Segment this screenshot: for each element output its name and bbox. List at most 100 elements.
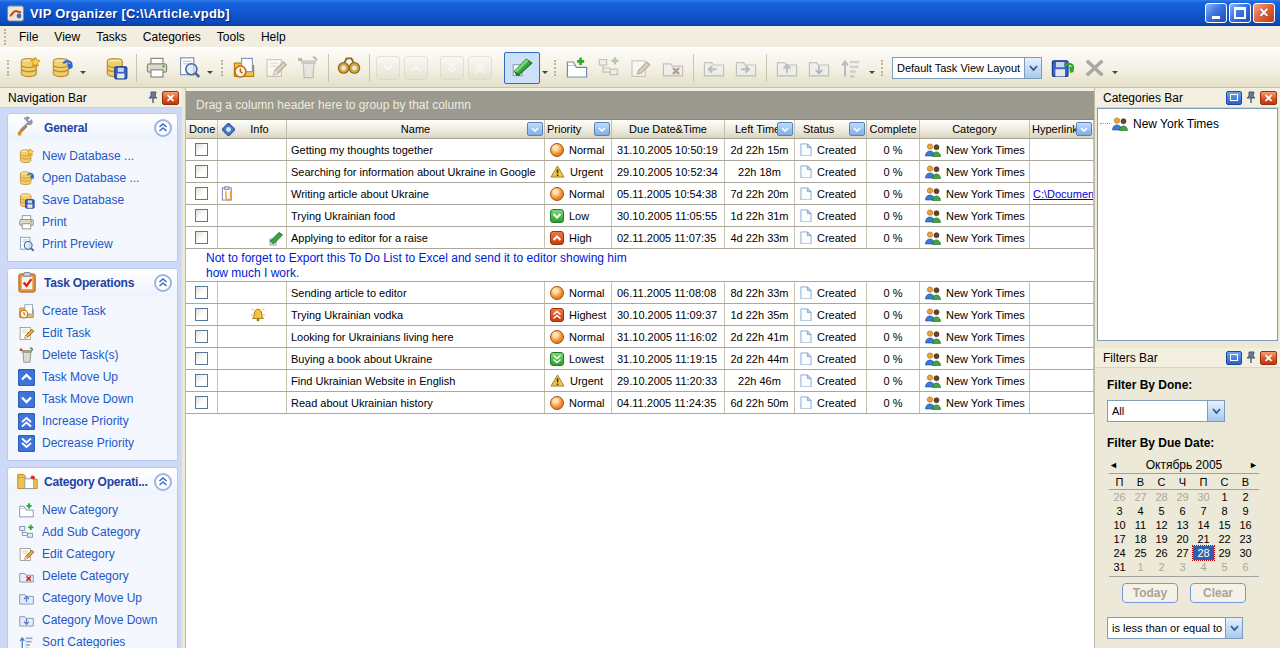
nav-item-print[interactable]: Print — [18, 211, 175, 233]
group-by-bar[interactable]: Drag a column header here to group by th… — [186, 91, 1094, 120]
delete-category-button[interactable] — [657, 52, 689, 84]
task-name[interactable]: Trying Ukrainian vodka — [287, 304, 545, 325]
task-row[interactable]: Applying to editor for a raiseHigh02.11.… — [186, 227, 1094, 249]
task-row[interactable]: Writing article about UkraineNormal05.11… — [186, 183, 1094, 205]
calendar-day[interactable]: 27 — [1130, 490, 1151, 504]
nav-item-delete-category[interactable]: Delete Category — [18, 565, 175, 587]
hyperlink-filter-button[interactable] — [1076, 122, 1092, 136]
status-filter-button[interactable] — [849, 122, 865, 136]
minimize-button[interactable] — [1205, 3, 1227, 23]
nav-item-task-move-up[interactable]: Task Move Up — [18, 366, 175, 388]
filter-done-arrow-icon[interactable] — [1207, 401, 1224, 421]
create-task-button[interactable] — [228, 52, 260, 84]
task-hyperlink[interactable]: C:\Documen — [1030, 183, 1094, 204]
done-checkbox[interactable] — [195, 396, 208, 409]
clear-button[interactable]: Clear — [1190, 583, 1246, 603]
calendar-day[interactable]: 16 — [1235, 518, 1256, 532]
calendar-day[interactable]: 26 — [1151, 546, 1172, 560]
new-category-button[interactable] — [561, 52, 593, 84]
calendar-day[interactable]: 5 — [1214, 560, 1235, 574]
menu-tasks[interactable]: Tasks — [88, 27, 135, 48]
task-view-dropdown[interactable] — [540, 53, 550, 83]
task-row[interactable]: Trying Ukrainian foodLow30.10.2005 11:05… — [186, 205, 1094, 227]
nav-item-new-category[interactable]: New Category — [18, 499, 175, 521]
done-checkbox[interactable] — [195, 231, 208, 244]
calendar-day[interactable]: 27 — [1172, 546, 1193, 560]
calendar-day[interactable]: 21 — [1193, 532, 1214, 546]
task-row[interactable]: Looking for Ukrainians living hereNormal… — [186, 326, 1094, 348]
calendar-day[interactable]: 13 — [1172, 518, 1193, 532]
calendar-day[interactable]: 30 — [1235, 546, 1256, 560]
menu-help[interactable]: Help — [253, 27, 294, 48]
calendar-day[interactable]: 30 — [1193, 490, 1214, 504]
task-move-up-button[interactable] — [404, 56, 428, 80]
calendar-day[interactable]: 4 — [1130, 504, 1151, 518]
task-row[interactable]: Sending article to editorNormal06.11.200… — [186, 282, 1094, 304]
name-filter-button[interactable] — [527, 122, 543, 136]
edit-task-button[interactable] — [260, 52, 292, 84]
calendar-day[interactable]: 15 — [1214, 518, 1235, 532]
category-move-up-button[interactable] — [771, 52, 803, 84]
print-button[interactable] — [141, 52, 173, 84]
calendar-day[interactable]: 11 — [1130, 518, 1151, 532]
calendar-day[interactable]: 28 — [1151, 490, 1172, 504]
categories-close-icon[interactable]: ✕ — [1260, 91, 1277, 105]
calendar-day[interactable]: 9 — [1235, 504, 1256, 518]
column-header-due[interactable]: Due Date&Time — [612, 120, 725, 138]
categories-dock-icon[interactable] — [1226, 91, 1242, 105]
calendar-day[interactable]: 3 — [1109, 504, 1130, 518]
column-header-hyperlink[interactable]: Hyperlink — [1030, 120, 1094, 138]
nav-item-create-task[interactable]: Create Task — [18, 300, 175, 322]
nav-item-decrease-priority[interactable]: Decrease Priority — [18, 432, 175, 454]
nav-item-increase-priority[interactable]: Increase Priority — [18, 410, 175, 432]
print-preview-dropdown[interactable] — [205, 53, 215, 83]
nav-item-add-sub-category[interactable]: Add Sub Category — [18, 521, 175, 543]
pin-icon[interactable] — [147, 91, 159, 104]
nav-item-task-move-down[interactable]: Task Move Down — [18, 388, 175, 410]
column-header-name[interactable]: Name — [287, 120, 545, 138]
calendar-day[interactable]: 14 — [1193, 518, 1214, 532]
calendar-day[interactable]: 22 — [1214, 532, 1235, 546]
calendar-day[interactable]: 23 — [1235, 532, 1256, 546]
nav-item-print-preview[interactable]: Print Preview — [18, 233, 175, 255]
add-sub-category-button[interactable] — [593, 52, 625, 84]
collapse-icon[interactable] — [154, 119, 172, 137]
print-preview-button[interactable] — [173, 52, 205, 84]
task-row[interactable]: Read about Ukrainian historyNormal04.11.… — [186, 392, 1094, 414]
calendar-day[interactable]: 1 — [1130, 560, 1151, 574]
edit-category-button[interactable] — [625, 52, 657, 84]
nav-group-header[interactable]: Task Operations — [8, 269, 177, 296]
nav-item-open-database[interactable]: Open Database ... — [18, 167, 175, 189]
column-header-status[interactable]: Status — [795, 120, 867, 138]
done-checkbox[interactable] — [195, 352, 208, 365]
calendar-day[interactable]: 19 — [1151, 532, 1172, 546]
menu-categories[interactable]: Categories — [135, 27, 209, 48]
calendar-day[interactable]: 20 — [1172, 532, 1193, 546]
layout-toolbar-dropdown[interactable] — [1110, 53, 1120, 83]
nav-item-save-database[interactable]: Save Database — [18, 189, 175, 211]
calendar-day[interactable]: 24 — [1109, 546, 1130, 560]
task-row[interactable]: Searching for information about Ukraine … — [186, 161, 1094, 183]
close-button[interactable]: × — [1253, 3, 1275, 23]
task-name[interactable]: Buying a book about Ukraine — [287, 348, 545, 369]
done-checkbox[interactable] — [195, 187, 208, 200]
calendar-day[interactable]: 25 — [1130, 546, 1151, 560]
task-name[interactable]: Trying Ukrainian food — [287, 205, 545, 226]
menu-file[interactable]: File — [11, 27, 46, 48]
nav-item-sort-categories[interactable]: Sort Categories — [18, 631, 175, 648]
menu-view[interactable]: View — [46, 27, 88, 48]
task-name[interactable]: Looking for Ukrainians living here — [287, 326, 545, 347]
calendar-day[interactable]: 18 — [1130, 532, 1151, 546]
calendar-day[interactable]: 2 — [1235, 490, 1256, 504]
done-checkbox[interactable] — [195, 330, 208, 343]
calendar-day[interactable]: 2 — [1151, 560, 1172, 574]
task-row[interactable]: Buying a book about UkraineLowest31.10.2… — [186, 348, 1094, 370]
task-row[interactable]: Trying Ukrainian vodkaHighest30.10.2005 … — [186, 304, 1094, 326]
nav-item-category-move-up[interactable]: Category Move Up — [18, 587, 175, 609]
column-header-lefttime[interactable]: Left Time — [725, 120, 795, 138]
calendar-day[interactable]: 26 — [1109, 490, 1130, 504]
categories-pin-icon[interactable] — [1245, 91, 1257, 104]
priority-filter-button[interactable] — [594, 122, 610, 136]
task-name[interactable]: Find Ukrainian Website in English — [287, 370, 545, 391]
done-checkbox[interactable] — [195, 308, 208, 321]
